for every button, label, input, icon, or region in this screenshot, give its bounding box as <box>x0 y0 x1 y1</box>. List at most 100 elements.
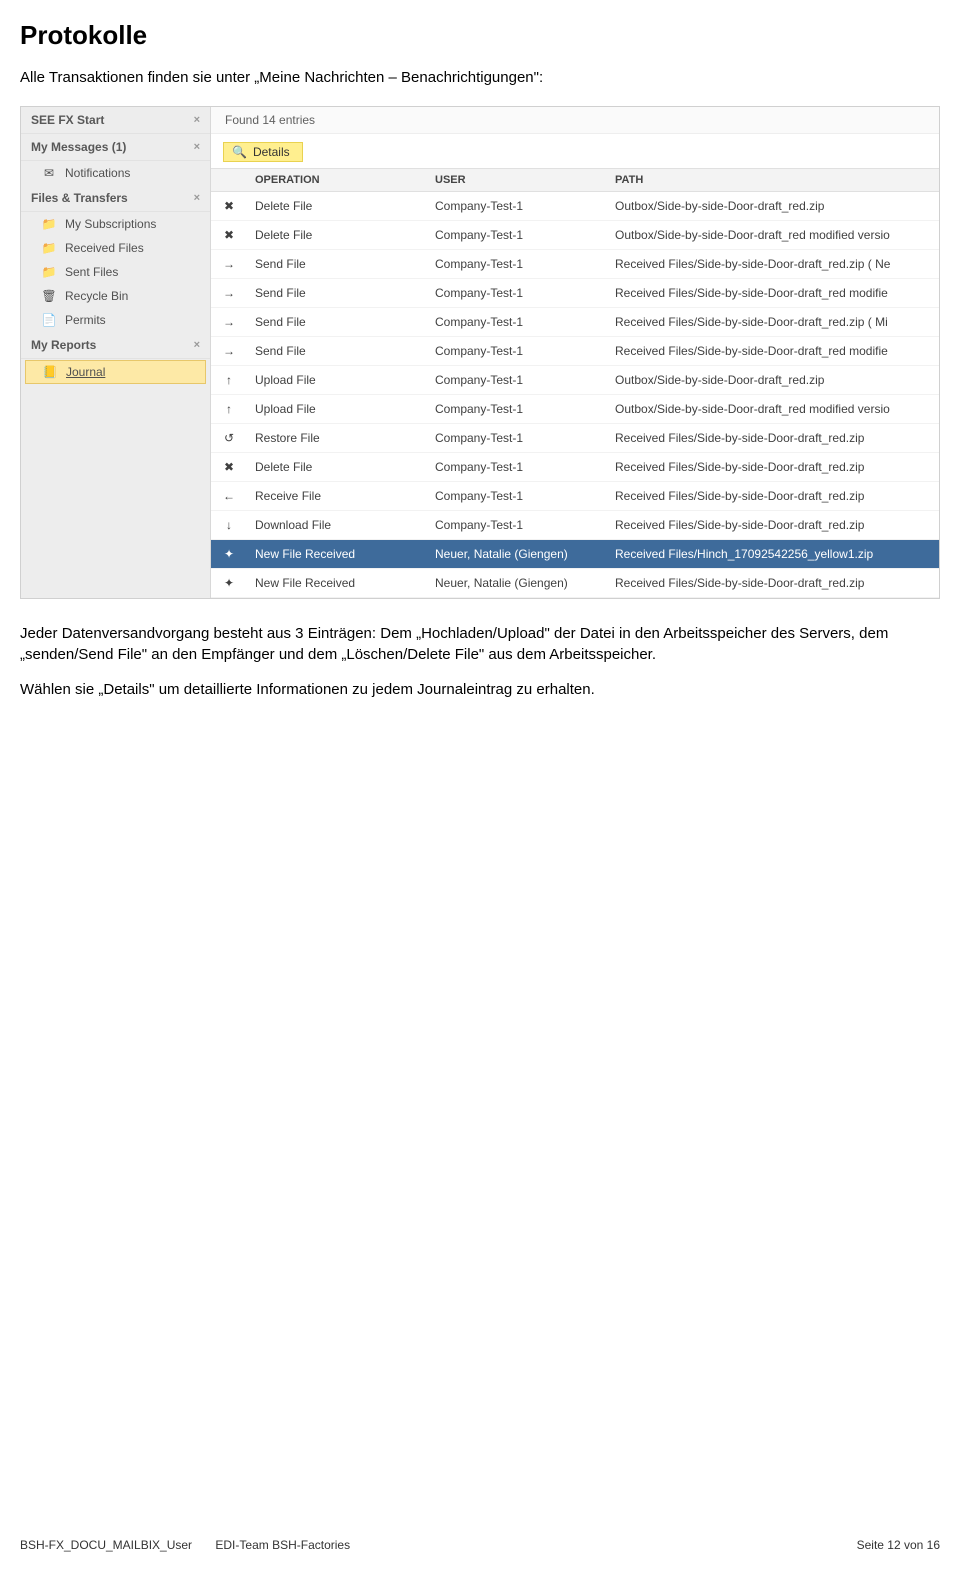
journal-table: OPERATION USER PATH ✖Delete FileCompany-… <box>211 168 939 598</box>
close-icon[interactable]: × <box>194 114 200 126</box>
sidebar-item[interactable]: 📁Received Files <box>21 236 210 260</box>
sidebar-item-label: Sent Files <box>65 265 118 279</box>
column-header-operation[interactable]: OPERATION <box>247 169 427 191</box>
paragraph-1: Jeder Datenversandvorgang besteht aus 3 … <box>20 623 940 665</box>
details-button[interactable]: 🔍 Details <box>223 142 303 162</box>
cell-user: Company-Test-1 <box>427 339 607 363</box>
cell-user: Neuer, Natalie (Giengen) <box>427 571 607 595</box>
cell-operation: Delete File <box>247 194 427 218</box>
receive-file-icon: ← <box>220 487 238 505</box>
permit-icon: 📄 <box>41 313 57 327</box>
app-screenshot: SEE FX Start × My Messages (1) × ✉Notificati… <box>20 106 940 599</box>
new-file-icon: ✦ <box>220 574 238 592</box>
cell-operation: New File Received <box>247 571 427 595</box>
sidebar-section-header[interactable]: My Reports × <box>21 332 210 359</box>
table-row[interactable]: ✖ Delete FileCompany-Test-1Outbox/Side-by… <box>211 192 939 221</box>
table-row[interactable]: ↓Download FileCompany-Test-1Received Fil… <box>211 511 939 540</box>
cell-user: Company-Test-1 <box>427 455 607 479</box>
sidebar-item-label: Permits <box>65 313 106 327</box>
cell-user: Company-Test-1 <box>427 426 607 450</box>
cell-path: Received Files/Hinch_17092542256_yellow1… <box>607 542 939 566</box>
cell-operation: Send File <box>247 281 427 305</box>
sidebar-item[interactable]: 📁My Subscriptions <box>21 212 210 236</box>
sidebar-item[interactable]: 📄 Permits <box>21 308 210 332</box>
cell-path: Outbox/Side-by-side-Door-draft_red.zip <box>607 368 939 392</box>
cell-path: Received Files/Side-by-side-Door-draft_r… <box>607 252 939 276</box>
table-row[interactable]: → Send FileCompany-Test-1Received Files/S… <box>211 308 939 337</box>
table-row[interactable]: ↑Upload FileCompany-Test-1Outbox/Side-by… <box>211 395 939 424</box>
table-row[interactable]: ↑ Upload FileCompany-Test-1Outbox/Side-by… <box>211 366 939 395</box>
cell-user: Company-Test-1 <box>427 310 607 334</box>
download-file-icon: ↓ <box>220 516 238 534</box>
footer-doc: BSH-FX_DOCU_MAILBIX_User <box>20 1538 192 1552</box>
send-file-icon: → <box>220 255 238 273</box>
footer-page: Seite 12 von 16 <box>857 1538 940 1552</box>
footer-team: EDI-Team BSH-Factories <box>215 1538 350 1552</box>
cell-user: Company-Test-1 <box>427 397 607 421</box>
page-heading: Protokolle <box>20 20 940 51</box>
cell-operation: Upload File <box>247 368 427 392</box>
send-file-icon: → <box>220 313 238 331</box>
sidebar: SEE FX Start × My Messages (1) × ✉Notificati… <box>21 107 211 598</box>
cell-path: Outbox/Side-by-side-Door-draft_red.zip <box>607 194 939 218</box>
sidebar-item[interactable]: 📁 Sent Files <box>21 260 210 284</box>
page-footer: BSH-FX_DOCU_MAILBIX_User EDI-Team BSH-Fa… <box>20 1538 940 1552</box>
main-panel: Found 14 entries 🔍 Details OPERATION USE… <box>211 107 939 598</box>
cell-user: Company-Test-1 <box>427 368 607 392</box>
sidebar-item-label: Recycle Bin <box>65 289 128 303</box>
cell-user: Company-Test-1 <box>427 252 607 276</box>
cell-operation: Send File <box>247 310 427 334</box>
cell-user: Company-Test-1 <box>427 281 607 305</box>
cell-operation: Receive File <box>247 484 427 508</box>
table-row[interactable]: ←Receive FileCompany-Test-1Received File… <box>211 482 939 511</box>
send-file-icon: → <box>220 342 238 360</box>
delete-file-icon: ✖ <box>220 197 238 215</box>
cell-path: Received Files/Side-by-side-Door-draft_r… <box>607 571 939 595</box>
search-icon: 🔍 <box>232 145 247 159</box>
restore-file-icon: ↺ <box>220 429 238 447</box>
upload-file-icon: ↑ <box>220 371 238 389</box>
sidebar-section-title: Files & Transfers <box>31 191 128 205</box>
cell-operation: Delete File <box>247 223 427 247</box>
cell-operation: Download File <box>247 513 427 537</box>
folder-up-icon: 📁 <box>41 265 57 279</box>
table-row[interactable]: ✦New File ReceivedNeuer, Natalie (Gienge… <box>211 540 939 569</box>
table-row[interactable]: →Send FileCompany-Test-1Received Files/S… <box>211 279 939 308</box>
sidebar-section-header[interactable]: Files & Transfers × <box>21 185 210 212</box>
cell-path: Received Files/Side-by-side-Door-draft_r… <box>607 310 939 334</box>
cell-operation: New File Received <box>247 542 427 566</box>
sidebar-section-header[interactable]: SEE FX Start × <box>21 107 210 134</box>
sidebar-section-title: My Reports <box>31 338 96 352</box>
cell-operation: Restore File <box>247 426 427 450</box>
table-row[interactable]: ✦ New File ReceivedNeuer, Natalie (Gienge… <box>211 569 939 598</box>
sidebar-item[interactable]: 📒Journal <box>25 360 206 384</box>
cell-operation: Send File <box>247 252 427 276</box>
sidebar-section-title: My Messages (1) <box>31 140 126 154</box>
column-header-user[interactable]: USER <box>427 169 607 191</box>
delete-file-icon: ✖ <box>220 226 238 244</box>
cell-user: Company-Test-1 <box>427 194 607 218</box>
table-row[interactable]: ✖Delete FileCompany-Test-1Outbox/Side-by… <box>211 221 939 250</box>
journal-icon: 📒 <box>42 365 58 379</box>
sidebar-item-label: Received Files <box>65 241 144 255</box>
close-icon[interactable]: × <box>194 141 200 153</box>
close-icon[interactable]: × <box>194 339 200 351</box>
table-row[interactable]: ✖Delete FileCompany-Test-1Received Files… <box>211 453 939 482</box>
cell-path: Received Files/Side-by-side-Door-draft_r… <box>607 426 939 450</box>
column-header-path[interactable]: PATH <box>607 169 939 191</box>
sidebar-item[interactable]: ✉Notifications <box>21 161 210 185</box>
close-icon[interactable]: × <box>194 192 200 204</box>
table-row[interactable]: →Send FileCompany-Test-1Received Files/S… <box>211 337 939 366</box>
cell-user: Company-Test-1 <box>427 484 607 508</box>
sidebar-section-header[interactable]: My Messages (1) × <box>21 134 210 161</box>
intro-text: Alle Transaktionen finden sie unter „Mei… <box>20 69 940 86</box>
upload-file-icon: ↑ <box>220 400 238 418</box>
table-row[interactable]: → Send FileCompany-Test-1Received Files/S… <box>211 250 939 279</box>
table-row[interactable]: ↺ Restore FileCompany-Test-1Received File… <box>211 424 939 453</box>
details-button-label: Details <box>253 145 290 159</box>
found-entries-label: Found 14 entries <box>211 107 939 134</box>
paragraph-2: Wählen sie „Details" um detaillierte Inf… <box>20 679 940 700</box>
sidebar-item[interactable]: 🗑Recycle Bin <box>21 284 210 308</box>
sidebar-section-title: SEE FX Start <box>31 113 104 127</box>
cell-operation: Send File <box>247 339 427 363</box>
